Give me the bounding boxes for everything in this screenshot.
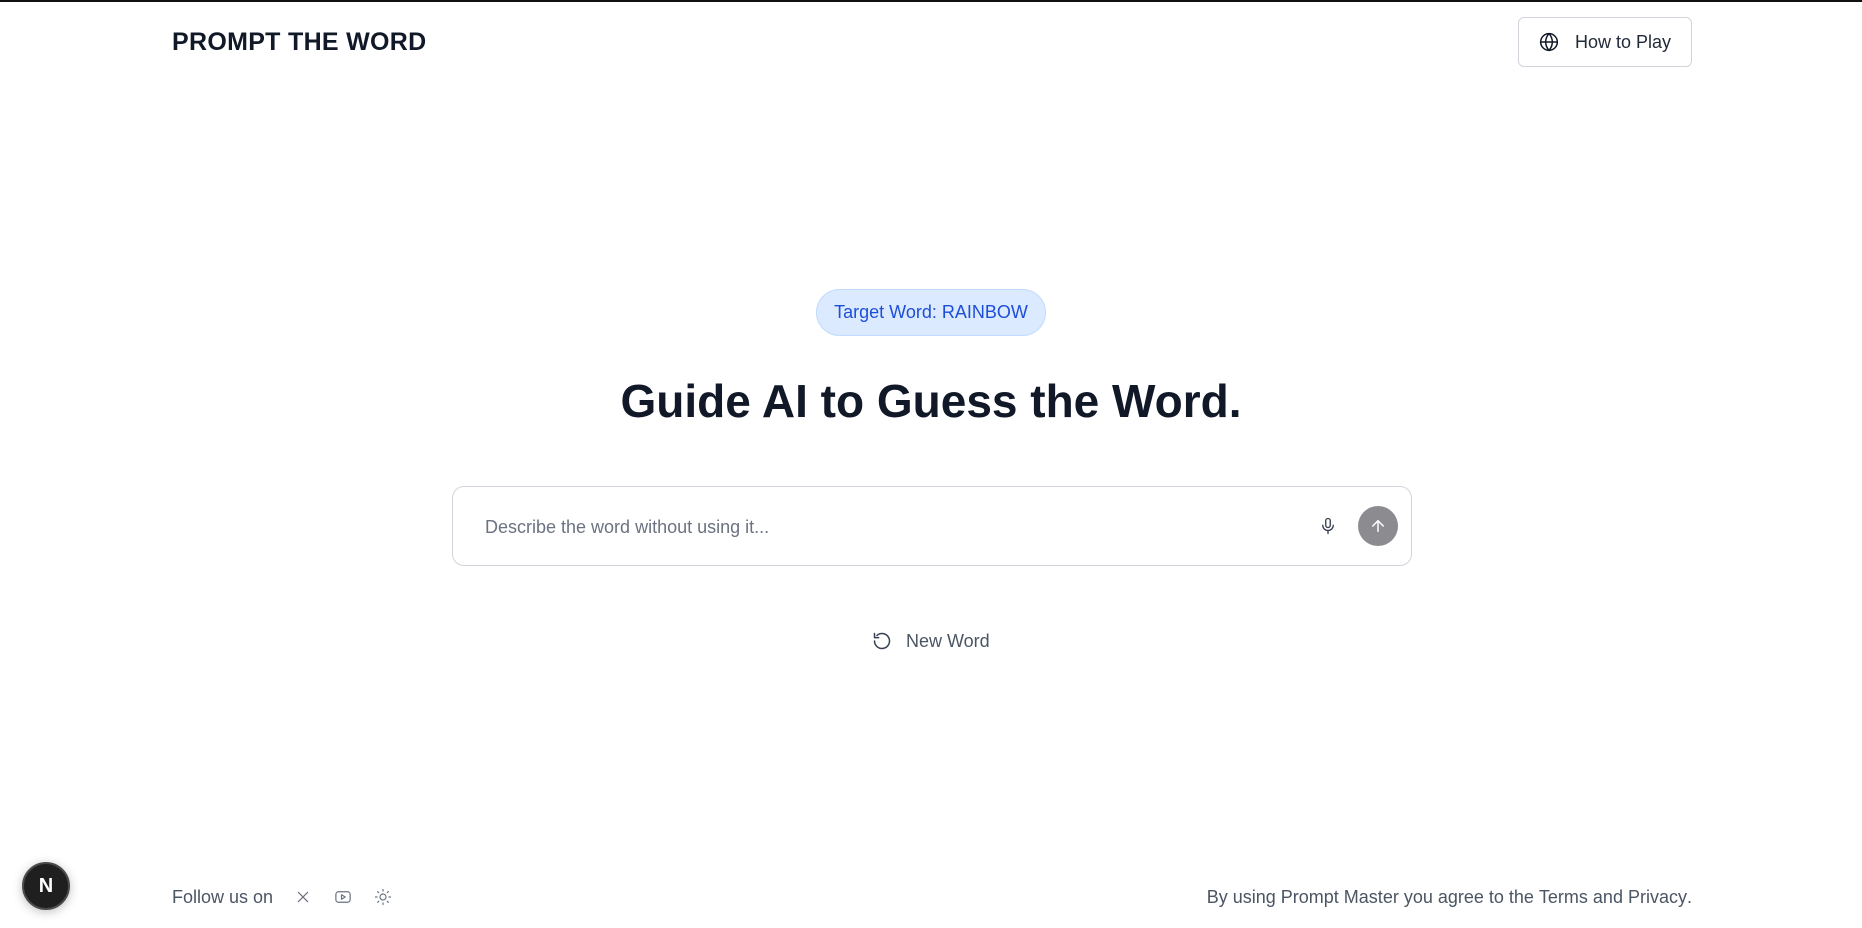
site-logo[interactable]: PROMPT THE WORD [172, 28, 427, 57]
prompt-input[interactable] [483, 511, 1287, 543]
terms-link[interactable]: Terms [1539, 887, 1588, 908]
badge-letter: N [38, 874, 54, 897]
follow-label: Follow us on [172, 886, 274, 907]
prompt-container [452, 486, 1412, 566]
arrow-up-icon [1369, 517, 1387, 535]
target-word-label: Target Word: RAINBOW [834, 302, 1028, 322]
new-word-button[interactable]: New Word [872, 626, 990, 656]
target-word-badge: Target Word: RAINBOW [816, 289, 1046, 336]
social-links: Follow us on [172, 882, 413, 912]
new-word-label: New Word [906, 630, 990, 651]
sun-icon[interactable] [373, 887, 393, 907]
legal-notice: By using Prompt Master you agree to the … [1207, 882, 1692, 912]
refresh-icon [872, 631, 892, 651]
top-header: PROMPT THE WORD How to Play [172, 16, 1692, 68]
privacy-link[interactable]: Privacy [1628, 887, 1687, 908]
legal-suffix: . [1686, 886, 1692, 907]
page-title: Guide AI to Guess the Word. [620, 375, 1242, 427]
how-to-play-button[interactable]: How to Play [1517, 17, 1692, 67]
x-icon[interactable] [293, 887, 313, 907]
legal-and: and [1587, 886, 1628, 907]
microphone-button[interactable] [1315, 513, 1341, 539]
globe-icon [1539, 32, 1559, 52]
send-button[interactable] [1358, 506, 1398, 546]
youtube-icon[interactable] [333, 887, 353, 907]
how-to-play-label: How to Play [1574, 31, 1671, 52]
microphone-icon [1319, 517, 1337, 535]
legal-prefix: By using Prompt Master you agree to the [1206, 886, 1539, 907]
dev-tools-badge[interactable]: N [22, 862, 70, 910]
